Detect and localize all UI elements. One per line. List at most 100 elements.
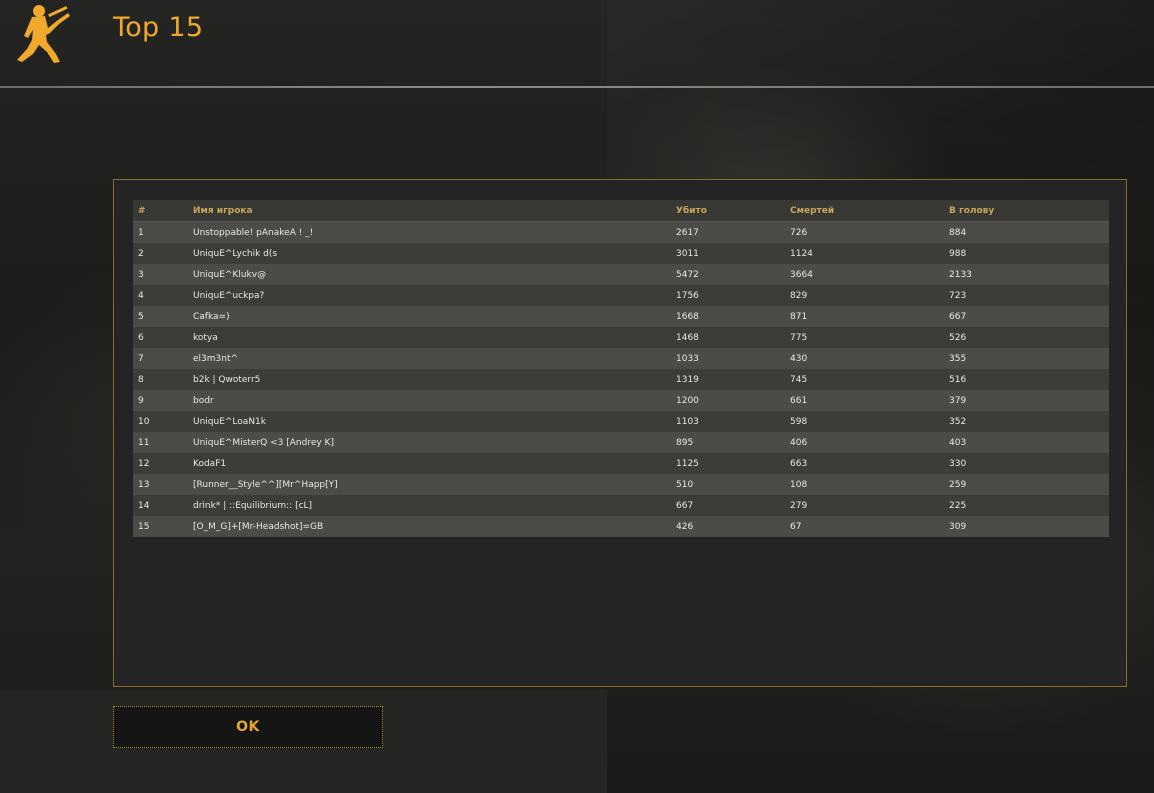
- cell-player-name: [Runner__Style^^][Mr^Happ[Y]: [188, 474, 671, 495]
- table-row: 7 el3m3nt^ 1033 430 355: [133, 348, 1109, 369]
- cell-deaths: 871: [785, 306, 944, 327]
- column-header-rank: #: [133, 200, 188, 222]
- cell-kills: 667: [671, 495, 785, 516]
- table-row: 14 drink* | ::Equilibrium:: [cL] 667 279 225: [133, 495, 1109, 516]
- cell-kills: 5472: [671, 264, 785, 285]
- cell-headshots: 884: [944, 221, 1109, 243]
- cell-player-name: b2k | Qwoterr5: [188, 369, 671, 390]
- cell-kills: 1125: [671, 453, 785, 474]
- cell-player-name: Unstoppable! pAnakeA ! _!: [188, 221, 671, 243]
- cell-rank: 12: [133, 453, 188, 474]
- cell-headshots: 526: [944, 327, 1109, 348]
- column-header-player-name: Имя игрока: [188, 200, 671, 222]
- counter-strike-soldier-icon: [17, 5, 70, 63]
- cell-deaths: 663: [785, 453, 944, 474]
- cell-rank: 13: [133, 474, 188, 495]
- cell-headshots: 667: [944, 306, 1109, 327]
- table-row: 5 Cafka=) 1668 871 667: [133, 306, 1109, 327]
- cell-rank: 6: [133, 327, 188, 348]
- ok-button-label: OK: [236, 719, 260, 735]
- column-header-headshots: В голову: [944, 200, 1109, 222]
- table-row: 10 UniquE^LoaN1k 1103 598 352: [133, 411, 1109, 432]
- column-header-kills: Убито: [671, 200, 785, 222]
- cell-deaths: 430: [785, 348, 944, 369]
- table-row: 11 UniquE^MisterQ <3 [Andrey K] 895 406 403: [133, 432, 1109, 453]
- ok-button[interactable]: OK: [113, 706, 383, 748]
- table-row: 2 UniquE^Lychik d(s 3011 1124 988: [133, 243, 1109, 264]
- top15-table: # Имя игрока Убито Смертей В голову 1 Unstopp…: [133, 200, 1109, 537]
- table-row: 9 bodr 1200 661 379: [133, 390, 1109, 411]
- cell-player-name: kotya: [188, 327, 671, 348]
- cell-headshots: 355: [944, 348, 1109, 369]
- cell-player-name: UniquE^Klukv@: [188, 264, 671, 285]
- cell-headshots: 352: [944, 411, 1109, 432]
- cell-headshots: 309: [944, 516, 1109, 537]
- column-header-deaths: Смертей: [785, 200, 944, 222]
- cell-rank: 8: [133, 369, 188, 390]
- cell-rank: 1: [133, 221, 188, 243]
- cell-player-name: el3m3nt^: [188, 348, 671, 369]
- cell-kills: 510: [671, 474, 785, 495]
- cell-kills: 1668: [671, 306, 785, 327]
- cell-deaths: 406: [785, 432, 944, 453]
- cell-deaths: 1124: [785, 243, 944, 264]
- table-row: 8 b2k | Qwoterr5 1319 745 516: [133, 369, 1109, 390]
- cell-deaths: 775: [785, 327, 944, 348]
- cell-deaths: 745: [785, 369, 944, 390]
- cell-kills: 1756: [671, 285, 785, 306]
- cell-player-name: UniquE^Lychik d(s: [188, 243, 671, 264]
- table-row: 3 UniquE^Klukv@ 5472 3664 2133: [133, 264, 1109, 285]
- cell-rank: 7: [133, 348, 188, 369]
- cell-rank: 2: [133, 243, 188, 264]
- cell-player-name: KodaF1: [188, 453, 671, 474]
- dialog-title: Top 15: [113, 12, 204, 43]
- cell-player-name: Cafka=): [188, 306, 671, 327]
- cell-deaths: 661: [785, 390, 944, 411]
- cell-rank: 9: [133, 390, 188, 411]
- cell-player-name: UniquE^uckpa?: [188, 285, 671, 306]
- cell-headshots: 516: [944, 369, 1109, 390]
- cell-kills: 1103: [671, 411, 785, 432]
- header-divider: [0, 86, 1154, 88]
- table-row: 1 Unstoppable! pAnakeA ! _! 2617 726 884: [133, 221, 1109, 243]
- table-body: 1 Unstoppable! pAnakeA ! _! 2617 726 884 2 Uni…: [133, 221, 1109, 537]
- cell-deaths: 67: [785, 516, 944, 537]
- cell-rank: 11: [133, 432, 188, 453]
- cell-deaths: 726: [785, 221, 944, 243]
- cell-player-name: UniquE^MisterQ <3 [Andrey K]: [188, 432, 671, 453]
- table-row: 13 [Runner__Style^^][Mr^Happ[Y] 510 108 259: [133, 474, 1109, 495]
- cell-deaths: 3664: [785, 264, 944, 285]
- cell-headshots: 723: [944, 285, 1109, 306]
- cell-headshots: 330: [944, 453, 1109, 474]
- cell-kills: 2617: [671, 221, 785, 243]
- table-row: 15 [O_M_G]+[Mr-Headshot]=GB 426 67 309: [133, 516, 1109, 537]
- cell-headshots: 259: [944, 474, 1109, 495]
- cell-kills: 1200: [671, 390, 785, 411]
- table-header-row: # Имя игрока Убито Смертей В голову: [133, 200, 1109, 222]
- cell-deaths: 598: [785, 411, 944, 432]
- cell-headshots: 403: [944, 432, 1109, 453]
- table-row: 4 UniquE^uckpa? 1756 829 723: [133, 285, 1109, 306]
- cell-deaths: 829: [785, 285, 944, 306]
- cell-deaths: 279: [785, 495, 944, 516]
- cell-rank: 10: [133, 411, 188, 432]
- stats-panel: # Имя игрока Убито Смертей В голову 1 Unstopp…: [113, 179, 1127, 687]
- header: Top 15: [0, 0, 1154, 86]
- table-row: 12 KodaF1 1125 663 330: [133, 453, 1109, 474]
- cell-headshots: 2133: [944, 264, 1109, 285]
- table-row: 6 kotya 1468 775 526: [133, 327, 1109, 348]
- cell-rank: 5: [133, 306, 188, 327]
- cell-player-name: drink* | ::Equilibrium:: [cL]: [188, 495, 671, 516]
- cell-player-name: UniquE^LoaN1k: [188, 411, 671, 432]
- cell-rank: 3: [133, 264, 188, 285]
- cell-kills: 1468: [671, 327, 785, 348]
- cell-rank: 4: [133, 285, 188, 306]
- cell-kills: 895: [671, 432, 785, 453]
- cell-kills: 1319: [671, 369, 785, 390]
- cell-deaths: 108: [785, 474, 944, 495]
- cell-player-name: [O_M_G]+[Mr-Headshot]=GB: [188, 516, 671, 537]
- cell-player-name: bodr: [188, 390, 671, 411]
- cell-kills: 1033: [671, 348, 785, 369]
- cell-rank: 14: [133, 495, 188, 516]
- cell-kills: 426: [671, 516, 785, 537]
